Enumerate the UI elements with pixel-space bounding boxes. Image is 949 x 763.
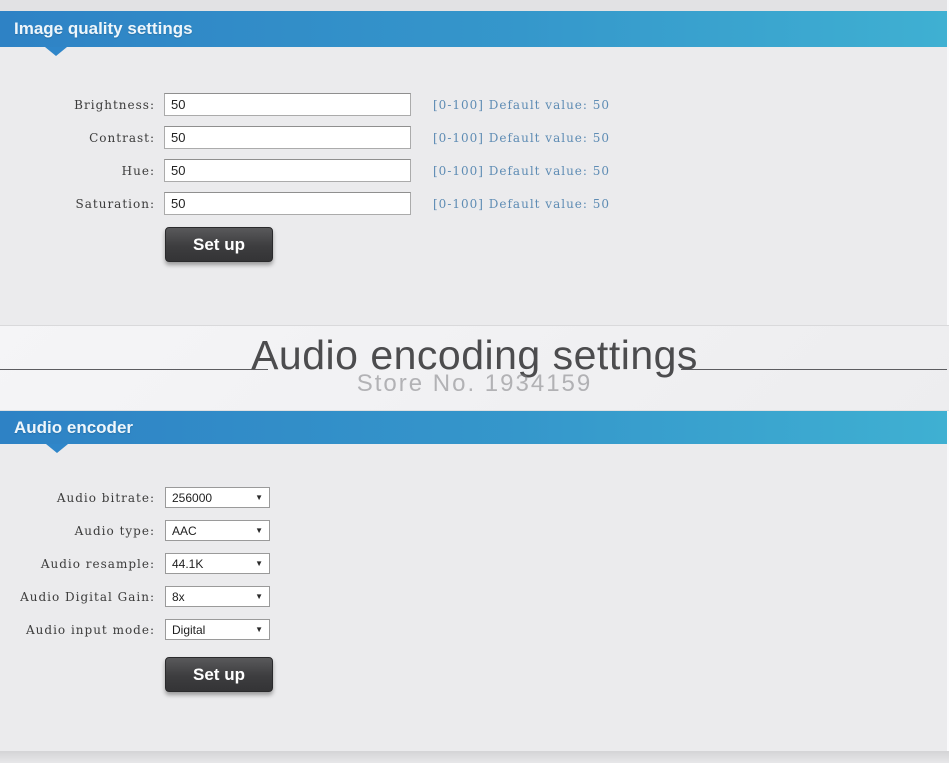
table-row: Audio type: AAC ▼ [0, 520, 270, 541]
audio-resample-value: 44.1K [172, 556, 204, 571]
audio-input-mode-label: Audio input mode: [26, 622, 155, 637]
table-row: Brightness: [0-100] Default value: 50 [0, 93, 610, 116]
audio-encoding-banner: Audio encoding settings Store No. 193415… [0, 325, 949, 411]
saturation-input[interactable] [164, 192, 411, 215]
audio-digital-gain-value: 8x [172, 589, 185, 604]
hue-label: Hue: [121, 163, 155, 178]
audio-encoder-header-pointer-icon [46, 444, 68, 453]
audio-type-label: Audio type: [74, 523, 155, 538]
bottom-strip [0, 751, 949, 763]
chevron-down-icon: ▼ [255, 624, 263, 634]
brightness-label: Brightness: [74, 97, 155, 112]
audio-bitrate-select[interactable]: 256000 ▼ [165, 487, 270, 508]
audio-resample-select[interactable]: 44.1K ▼ [165, 553, 270, 574]
audio-type-select[interactable]: AAC ▼ [165, 520, 270, 541]
table-row: Hue: [0-100] Default value: 50 [0, 159, 610, 182]
audio-bitrate-value: 256000 [172, 490, 213, 505]
hue-hint: [0-100] Default value: 50 [433, 163, 611, 178]
store-watermark: Store No. 1934159 [356, 370, 593, 397]
table-row: Audio input mode: Digital ▼ [0, 619, 270, 640]
image-quality-section-header: Image quality settings [0, 11, 947, 47]
table-row: Audio resample: 44.1K ▼ [0, 553, 270, 574]
audio-digital-gain-label: Audio Digital Gain: [20, 589, 155, 604]
table-row: Saturation: [0-100] Default value: 50 [0, 192, 610, 215]
saturation-label: Saturation: [75, 196, 155, 211]
audio-input-mode-select[interactable]: Digital ▼ [165, 619, 270, 640]
brightness-input[interactable] [164, 93, 411, 116]
chevron-down-icon: ▼ [255, 525, 263, 535]
audio-input-mode-value: Digital [172, 622, 206, 637]
contrast-hint: [0-100] Default value: 50 [433, 130, 611, 145]
audio-encoder-form: Audio bitrate: 256000 ▼ Audio type: AAC … [0, 487, 270, 652]
audio-digital-gain-select[interactable]: 8x ▼ [165, 586, 270, 607]
hue-input[interactable] [164, 159, 411, 182]
saturation-hint: [0-100] Default value: 50 [433, 196, 611, 211]
top-strip [0, 0, 949, 11]
audio-encoder-setup-button[interactable]: Set up [165, 657, 273, 692]
audio-type-value: AAC [172, 523, 197, 538]
audio-encoder-section-header: Audio encoder [0, 411, 947, 444]
image-quality-setup-button[interactable]: Set up [165, 227, 273, 262]
image-quality-form: Brightness: [0-100] Default value: 50 Co… [0, 93, 610, 225]
brightness-hint: [0-100] Default value: 50 [433, 97, 611, 112]
chevron-down-icon: ▼ [255, 558, 263, 568]
table-row: Contrast: [0-100] Default value: 50 [0, 126, 610, 149]
image-quality-header-pointer-icon [45, 47, 67, 56]
table-row: Audio Digital Gain: 8x ▼ [0, 586, 270, 607]
contrast-label: Contrast: [89, 130, 155, 145]
chevron-down-icon: ▼ [255, 492, 263, 502]
chevron-down-icon: ▼ [255, 591, 263, 601]
audio-bitrate-label: Audio bitrate: [56, 490, 155, 505]
contrast-input[interactable] [164, 126, 411, 149]
audio-resample-label: Audio resample: [40, 556, 155, 571]
table-row: Audio bitrate: 256000 ▼ [0, 487, 270, 508]
